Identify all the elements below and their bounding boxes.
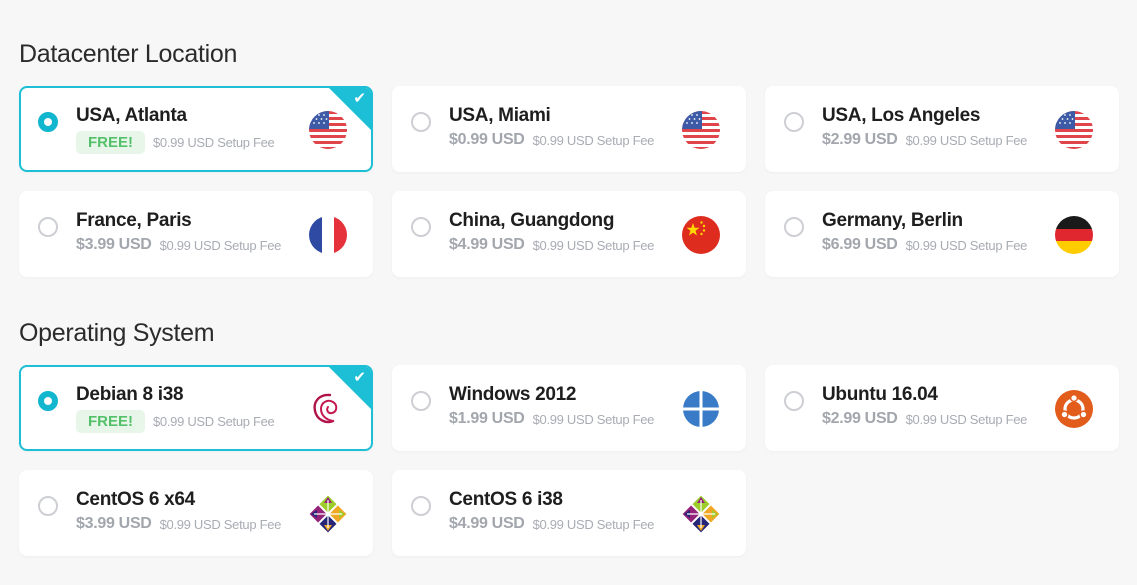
datacenter-radio[interactable] [411,112,431,132]
setup-fee: $0.99 USD Setup Fee [532,132,655,148]
option-price: $2.99 USD [822,131,898,148]
option-name: USA, Atlanta [76,105,187,126]
setup-fee: $0.99 USD Setup Fee [905,411,1028,427]
os-option-centos-6-x64[interactable]: CentOS 6 x64 $3.99 USD $0.99 USD Setup F… [19,470,373,556]
option-name: Germany, Berlin [822,210,963,231]
datacenter-option-usa-los-angeles[interactable]: USA, Los Angeles $2.99 USD $0.99 USD Set… [765,86,1119,172]
datacenter-option-china-guangdong[interactable]: China, Guangdong $4.99 USD $0.99 USD Set… [392,191,746,277]
free-badge: FREE! [76,131,145,154]
option-name: Ubuntu 16.04 [822,384,938,405]
option-price: $1.99 USD [449,410,525,427]
datacenter-option-usa-miami[interactable]: USA, Miami $0.99 USD $0.99 USD Setup Fee [392,86,746,172]
os-radio[interactable] [411,496,431,516]
option-price: $0.99 USD [449,131,525,148]
os-option-ubuntu-16-04[interactable]: Ubuntu 16.04 $2.99 USD $0.99 USD Setup F… [765,365,1119,451]
checkmark-icon: ✔ [353,369,366,386]
os-section-title: Operating System [19,319,215,347]
setup-fee: $0.99 USD Setup Fee [905,132,1028,148]
os-radio[interactable] [38,391,58,411]
datacenter-radio[interactable] [784,112,804,132]
germany-flag-icon [1055,216,1093,254]
os-radio[interactable] [38,496,58,516]
datacenter-radio[interactable] [411,217,431,237]
datacenter-option-usa-atlanta[interactable]: USA, Atlanta FREE! $0.99 USD Setup Fee ✔ [19,86,373,172]
us-flag-icon [682,111,720,149]
us-flag-icon [1055,111,1093,149]
centos-logo-icon [682,495,720,533]
price-row: $3.99 USD $0.99 USD Setup Fee [76,236,281,254]
option-price: $6.99 USD [822,236,898,253]
datacenter-option-germany-berlin[interactable]: Germany, Berlin $6.99 USD $0.99 USD Setu… [765,191,1119,277]
datacenter-radio[interactable] [38,112,58,132]
setup-fee: $0.99 USD Setup Fee [159,237,282,253]
setup-fee: $0.99 USD Setup Fee [153,414,275,429]
price-row: $0.99 USD $0.99 USD Setup Fee [449,131,654,149]
option-price: $4.99 USD [449,236,525,253]
checkmark-icon: ✔ [353,90,366,107]
datacenter-radio[interactable] [38,217,58,237]
setup-fee: $0.99 USD Setup Fee [905,237,1028,253]
option-name: China, Guangdong [449,210,615,231]
option-price: $3.99 USD [76,515,152,532]
datacenter-option-france-paris[interactable]: France, Paris $3.99 USD $0.99 USD Setup … [19,191,373,277]
centos-logo-icon [309,495,347,533]
price-row: $6.99 USD $0.99 USD Setup Fee [822,236,1027,254]
setup-fee: $0.99 USD Setup Fee [153,135,275,150]
setup-fee: $0.99 USD Setup Fee [532,237,655,253]
price-row: $4.99 USD $0.99 USD Setup Fee [449,236,654,254]
option-name: USA, Los Angeles [822,105,981,126]
setup-fee: $0.99 USD Setup Fee [532,411,655,427]
price-row: $1.99 USD $0.99 USD Setup Fee [449,410,654,428]
option-price: $4.99 USD [449,515,525,532]
os-options-grid: Debian 8 i38 FREE! $0.99 USD Setup Fee ✔… [19,365,1119,556]
price-row: FREE! $0.99 USD Setup Fee [76,410,275,433]
price-row: $2.99 USD $0.99 USD Setup Fee [822,131,1027,149]
os-option-windows-2012[interactable]: Windows 2012 $1.99 USD $0.99 USD Setup F… [392,365,746,451]
option-name: France, Paris [76,210,192,231]
option-price: $3.99 USD [76,236,152,253]
price-row: FREE! $0.99 USD Setup Fee [76,131,275,154]
setup-fee: $0.99 USD Setup Fee [159,516,282,532]
china-flag-icon [682,216,720,254]
os-option-debian-8-i38[interactable]: Debian 8 i38 FREE! $0.99 USD Setup Fee ✔ [19,365,373,451]
ubuntu-logo-icon [1055,390,1093,428]
option-name: Windows 2012 [449,384,577,405]
os-radio[interactable] [784,391,804,411]
france-flag-icon [309,216,347,254]
option-name: CentOS 6 x64 [76,489,195,510]
free-badge: FREE! [76,410,145,433]
datacenter-section-title: Datacenter Location [19,40,238,68]
option-price: $2.99 USD [822,410,898,427]
price-row: $3.99 USD $0.99 USD Setup Fee [76,515,281,533]
os-option-centos-6-i38[interactable]: CentOS 6 i38 $4.99 USD $0.99 USD Setup F… [392,470,746,556]
option-name: CentOS 6 i38 [449,489,563,510]
option-name: Debian 8 i38 [76,384,184,405]
option-name: USA, Miami [449,105,551,126]
datacenter-options-grid: USA, Atlanta FREE! $0.99 USD Setup Fee ✔… [19,86,1119,277]
setup-fee: $0.99 USD Setup Fee [532,516,655,532]
os-radio[interactable] [411,391,431,411]
price-row: $2.99 USD $0.99 USD Setup Fee [822,410,1027,428]
price-row: $4.99 USD $0.99 USD Setup Fee [449,515,654,533]
datacenter-radio[interactable] [784,217,804,237]
windows-logo-icon [682,390,720,428]
